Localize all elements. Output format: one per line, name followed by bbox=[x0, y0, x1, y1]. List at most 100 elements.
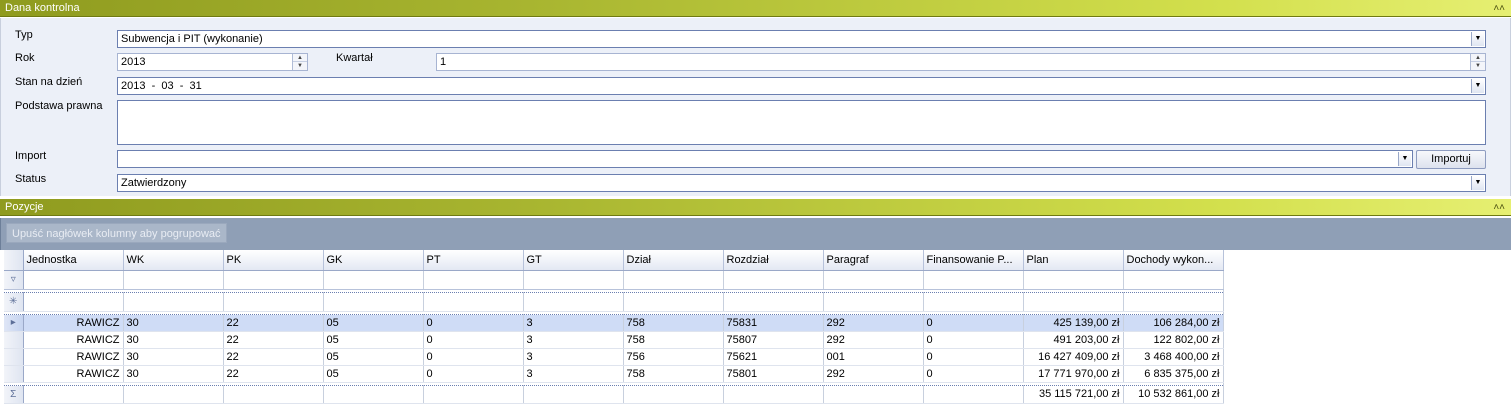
column-header[interactable]: Jednostka bbox=[23, 250, 124, 271]
cell-wk[interactable]: 30 bbox=[123, 365, 224, 383]
table-row[interactable]: ▸ RAWICZ 30 22 05 0 3 758 75831 292 0 42… bbox=[4, 314, 1224, 332]
import-select[interactable]: ▼ bbox=[117, 150, 1413, 168]
cell-pk[interactable]: 22 bbox=[223, 365, 324, 383]
filter-cell[interactable] bbox=[1023, 270, 1124, 290]
cell-gk[interactable]: 05 bbox=[323, 348, 424, 366]
row-indicator[interactable] bbox=[4, 365, 24, 383]
cell-jednostka[interactable]: RAWICZ bbox=[23, 365, 124, 383]
cell-dochody[interactable]: 3 468 400,00 zł bbox=[1123, 348, 1224, 366]
cell-rozdzial[interactable]: 75621 bbox=[723, 348, 824, 366]
new-row-cell[interactable] bbox=[923, 292, 1024, 312]
cell-plan[interactable]: 16 427 409,00 zł bbox=[1023, 348, 1124, 366]
cell-paragraf[interactable]: 292 bbox=[823, 331, 924, 349]
dana-kontrolna-header[interactable]: Dana kontrolna ˄˄ bbox=[0, 0, 1511, 17]
cell-jednostka[interactable]: RAWICZ bbox=[23, 348, 124, 366]
cell-dochody[interactable]: 106 284,00 zł bbox=[1123, 314, 1224, 332]
cell-paragraf[interactable]: 292 bbox=[823, 314, 924, 332]
podstawa-prawna-textarea[interactable] bbox=[117, 100, 1486, 145]
cell-plan[interactable]: 491 203,00 zł bbox=[1023, 331, 1124, 349]
cell-dochody[interactable]: 122 802,00 zł bbox=[1123, 331, 1224, 349]
cell-jednostka[interactable]: RAWICZ bbox=[23, 331, 124, 349]
filter-cell[interactable] bbox=[623, 270, 724, 290]
cell-pt[interactable]: 0 bbox=[423, 331, 524, 349]
filter-cell[interactable] bbox=[1123, 270, 1224, 290]
cell-wk[interactable]: 30 bbox=[123, 331, 224, 349]
filter-row[interactable]: ▿ bbox=[4, 270, 1224, 290]
cell-dzial[interactable]: 758 bbox=[623, 365, 724, 383]
cell-gt[interactable]: 3 bbox=[523, 348, 624, 366]
cell-finansowanie[interactable]: 0 bbox=[923, 348, 1024, 366]
stan-na-dzien-date-picker[interactable]: 2013 - 03 - 31 ▼ bbox=[117, 77, 1486, 95]
filter-cell[interactable] bbox=[923, 270, 1024, 290]
cell-rozdzial[interactable]: 75807 bbox=[723, 331, 824, 349]
cell-pt[interactable]: 0 bbox=[423, 365, 524, 383]
new-row-cell[interactable] bbox=[123, 292, 224, 312]
column-header[interactable]: Dochody wykon... bbox=[1123, 250, 1224, 271]
cell-gk[interactable]: 05 bbox=[323, 365, 424, 383]
new-item-row[interactable]: ✳ bbox=[4, 292, 1224, 312]
new-row-cell[interactable] bbox=[823, 292, 924, 312]
table-row[interactable]: RAWICZ 30 22 05 0 3 758 75807 292 0 491 … bbox=[4, 331, 1224, 349]
filter-cell[interactable] bbox=[123, 270, 224, 290]
column-header[interactable]: PK bbox=[223, 250, 324, 271]
filter-cell[interactable] bbox=[223, 270, 324, 290]
spin-down-icon[interactable]: ▼ bbox=[1471, 62, 1485, 70]
cell-plan[interactable]: 425 139,00 zł bbox=[1023, 314, 1124, 332]
cell-dzial[interactable]: 756 bbox=[623, 348, 724, 366]
column-header[interactable]: GK bbox=[323, 250, 424, 271]
table-row[interactable]: RAWICZ 30 22 05 0 3 758 75801 292 0 17 7… bbox=[4, 365, 1224, 383]
cell-paragraf[interactable]: 292 bbox=[823, 365, 924, 383]
row-indicator[interactable] bbox=[4, 348, 24, 366]
kwartal-spinner[interactable]: ▲ ▼ bbox=[1470, 54, 1485, 70]
spin-down-icon[interactable]: ▼ bbox=[293, 62, 307, 70]
new-row-cell[interactable] bbox=[1023, 292, 1124, 312]
cell-pk[interactable]: 22 bbox=[223, 331, 324, 349]
cell-pk[interactable]: 22 bbox=[223, 348, 324, 366]
column-header[interactable]: PT bbox=[423, 250, 524, 271]
cell-gt[interactable]: 3 bbox=[523, 331, 624, 349]
kwartal-spin-input[interactable]: 1 ▲ ▼ bbox=[436, 53, 1486, 71]
cell-gt[interactable]: 3 bbox=[523, 365, 624, 383]
new-row-cell[interactable] bbox=[1123, 292, 1224, 312]
cell-wk[interactable]: 30 bbox=[123, 348, 224, 366]
column-header[interactable]: Rozdział bbox=[723, 250, 824, 271]
column-header[interactable]: WK bbox=[123, 250, 224, 271]
spin-up-icon[interactable]: ▲ bbox=[1471, 54, 1485, 62]
filter-cell[interactable] bbox=[523, 270, 624, 290]
filter-cell[interactable] bbox=[823, 270, 924, 290]
rok-spinner[interactable]: ▲ ▼ bbox=[292, 54, 307, 70]
new-row-cell[interactable] bbox=[323, 292, 424, 312]
typ-dropdown-chevron-down-icon[interactable]: ▼ bbox=[1471, 32, 1484, 46]
filter-cell[interactable] bbox=[23, 270, 124, 290]
cell-rozdzial[interactable]: 75801 bbox=[723, 365, 824, 383]
cell-plan[interactable]: 17 771 970,00 zł bbox=[1023, 365, 1124, 383]
date-dropdown-chevron-down-icon[interactable]: ▼ bbox=[1471, 79, 1484, 93]
spin-up-icon[interactable]: ▲ bbox=[293, 54, 307, 62]
new-row-cell[interactable] bbox=[723, 292, 824, 312]
cell-gt[interactable]: 3 bbox=[523, 314, 624, 332]
column-header[interactable]: Paragraf bbox=[823, 250, 924, 271]
new-row-cell[interactable] bbox=[23, 292, 124, 312]
column-header[interactable]: GT bbox=[523, 250, 624, 271]
cell-paragraf[interactable]: 001 bbox=[823, 348, 924, 366]
column-header[interactable]: Dział bbox=[623, 250, 724, 271]
cell-dzial[interactable]: 758 bbox=[623, 331, 724, 349]
asterisk-icon[interactable]: ✳ bbox=[4, 292, 24, 312]
cell-finansowanie[interactable]: 0 bbox=[923, 365, 1024, 383]
rok-spin-input[interactable]: 2013 ▲ ▼ bbox=[117, 53, 308, 71]
row-indicator[interactable] bbox=[4, 331, 24, 349]
column-header[interactable]: Plan bbox=[1023, 250, 1124, 271]
status-select[interactable]: Zatwierdzony ▼ bbox=[117, 174, 1486, 192]
status-dropdown-chevron-down-icon[interactable]: ▼ bbox=[1471, 176, 1484, 190]
cell-jednostka[interactable]: RAWICZ bbox=[23, 314, 124, 332]
new-row-cell[interactable] bbox=[523, 292, 624, 312]
cell-pt[interactable]: 0 bbox=[423, 348, 524, 366]
filter-cell[interactable] bbox=[723, 270, 824, 290]
pozycje-header[interactable]: Pozycje ˄˄ bbox=[0, 199, 1511, 216]
cell-rozdzial[interactable]: 75831 bbox=[723, 314, 824, 332]
cell-finansowanie[interactable]: 0 bbox=[923, 314, 1024, 332]
filter-cell[interactable] bbox=[423, 270, 524, 290]
cell-wk[interactable]: 30 bbox=[123, 314, 224, 332]
new-row-cell[interactable] bbox=[623, 292, 724, 312]
cell-finansowanie[interactable]: 0 bbox=[923, 331, 1024, 349]
